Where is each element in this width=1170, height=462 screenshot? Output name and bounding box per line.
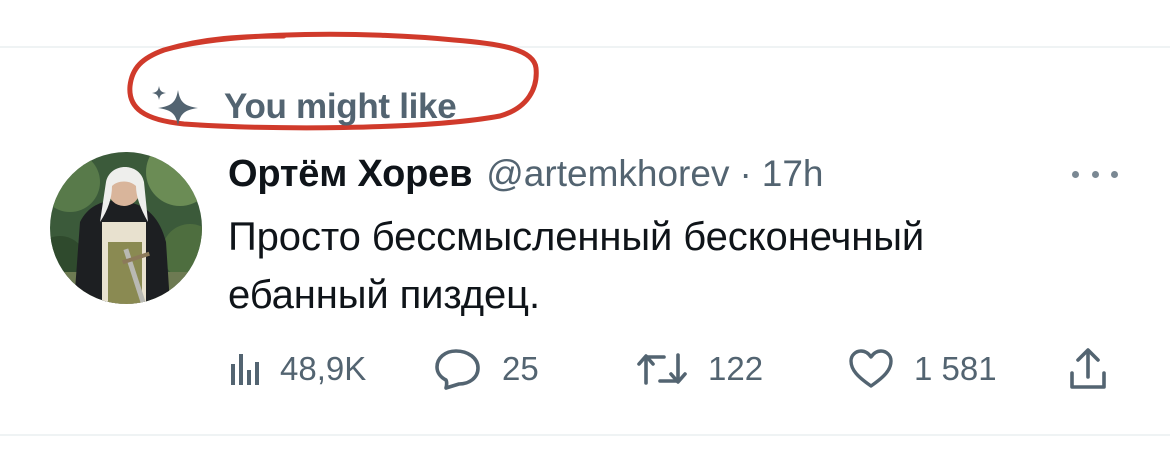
tweet-timestamp[interactable]: 17h bbox=[762, 153, 824, 195]
top-divider bbox=[0, 46, 1170, 48]
avatar-photo bbox=[50, 152, 202, 304]
retweet-count: 122 bbox=[708, 350, 764, 387]
share-icon bbox=[1070, 348, 1106, 389]
recommendation-context: You might like bbox=[150, 84, 457, 130]
avatar[interactable] bbox=[50, 152, 202, 304]
views-button[interactable]: 48,9K bbox=[230, 344, 366, 394]
reply-button[interactable]: 25 bbox=[434, 344, 539, 394]
more-dot bbox=[1111, 170, 1118, 178]
context-label: You might like bbox=[224, 87, 457, 126]
more-dot bbox=[1091, 170, 1099, 178]
author-display-name[interactable]: Ортём Хорев bbox=[228, 153, 472, 196]
views-count: 48,9K bbox=[280, 350, 367, 387]
heart-icon bbox=[849, 349, 893, 388]
header-separator: · bbox=[739, 153, 752, 194]
like-count: 1 581 bbox=[914, 350, 997, 387]
sparkle-icon bbox=[152, 86, 198, 126]
like-button[interactable]: 1 581 bbox=[848, 344, 997, 394]
author-handle[interactable]: @artemkhorev bbox=[486, 153, 729, 195]
retweet-icon bbox=[637, 353, 687, 385]
reply-count: 25 bbox=[502, 350, 539, 387]
tweet-header: Ортём Хорев @artemkhorev · 17h bbox=[228, 150, 824, 198]
bottom-divider bbox=[0, 434, 1170, 436]
tweet-text: Просто бессмысленный бесконечный ебанный… bbox=[228, 215, 925, 317]
reply-icon bbox=[435, 349, 480, 390]
more-options-icon[interactable] bbox=[1072, 160, 1118, 188]
retweet-button[interactable]: 122 bbox=[636, 344, 763, 394]
share-button[interactable] bbox=[1068, 344, 1108, 394]
more-dot bbox=[1072, 170, 1079, 178]
views-icon bbox=[231, 354, 259, 385]
